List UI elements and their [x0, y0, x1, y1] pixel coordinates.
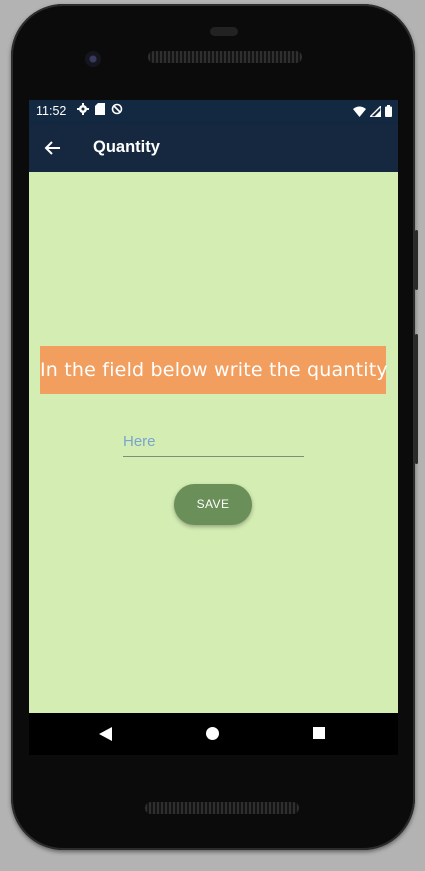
battery-icon	[385, 105, 392, 120]
no-sync-icon	[111, 103, 123, 118]
app-bar: Quantity	[29, 124, 398, 172]
quantity-input[interactable]	[123, 428, 304, 454]
earpiece-slot	[210, 27, 238, 36]
bottom-speaker-grille	[145, 802, 299, 814]
volume-button	[415, 230, 418, 290]
content-area: In the field below write the quantity SA…	[29, 172, 398, 713]
front-camera	[85, 51, 101, 67]
gear-icon	[77, 103, 89, 118]
status-time: 11:52	[36, 104, 67, 118]
status-icons-left	[77, 103, 123, 118]
status-icons-right	[353, 103, 392, 120]
home-circle-icon[interactable]	[206, 727, 219, 740]
status-bar: 11:52	[29, 100, 398, 124]
screen: 11:52 Quantity In the field below write …	[29, 100, 398, 755]
recents-square-icon[interactable]	[313, 727, 325, 739]
sd-card-icon	[95, 103, 105, 118]
navigation-bar	[29, 713, 398, 755]
instruction-banner: In the field below write the quantity	[40, 346, 388, 394]
top-speaker-grille	[148, 51, 302, 63]
power-button	[415, 334, 418, 464]
quantity-field-wrapper	[123, 428, 304, 457]
wifi-icon	[353, 106, 366, 120]
save-button[interactable]: SAVE	[174, 484, 252, 525]
arrow-back-icon[interactable]	[43, 138, 63, 158]
back-triangle-icon[interactable]	[99, 726, 112, 745]
signal-icon	[368, 103, 382, 120]
page-title: Quantity	[93, 138, 160, 156]
